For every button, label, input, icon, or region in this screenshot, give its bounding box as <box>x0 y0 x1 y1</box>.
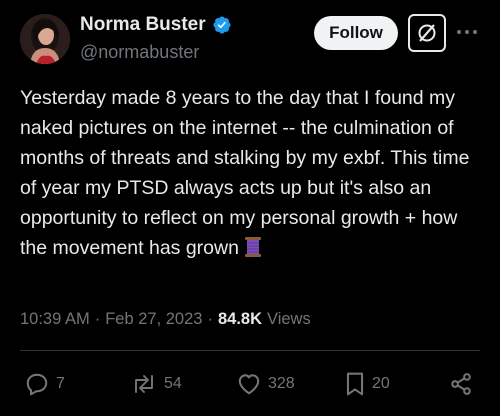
verified-badge-icon <box>213 16 231 34</box>
grok-icon <box>418 24 436 42</box>
views-label: Views <box>267 310 311 328</box>
share-button[interactable] <box>448 366 474 402</box>
avatar[interactable] <box>20 14 70 64</box>
grok-button[interactable] <box>408 14 446 52</box>
tweet-header: Norma Buster @normabuster Follow <box>0 0 500 80</box>
meta-separator: · <box>94 310 101 328</box>
more-dots-icon <box>457 30 477 34</box>
divider <box>20 350 480 351</box>
bookmark-count: 20 <box>372 375 390 392</box>
author-handle[interactable]: @normabuster <box>80 42 199 63</box>
author-name[interactable]: Norma Buster <box>80 14 206 36</box>
heart-icon <box>238 374 260 395</box>
tweet-date[interactable]: Feb 27, 2023 <box>105 310 202 329</box>
reply-button[interactable]: 7 <box>24 366 65 402</box>
tweet-meta: 10:39 AM · Feb 27, 2023 · 84.8K Views <box>20 310 311 329</box>
like-count: 328 <box>268 375 295 392</box>
avatar-photo <box>20 14 70 64</box>
bookmark-button[interactable]: 20 <box>344 366 390 402</box>
more-button[interactable] <box>454 20 480 44</box>
reply-icon <box>26 373 48 396</box>
tweet-body: Yesterday made 8 years to the day that I… <box>20 87 470 259</box>
repost-count: 54 <box>164 375 182 392</box>
author-name-row: Norma Buster <box>80 14 232 36</box>
repost-icon <box>135 375 153 393</box>
tweet-text: Yesterday made 8 years to the day that I… <box>20 83 482 263</box>
share-icon <box>451 373 471 395</box>
reply-count: 7 <box>56 375 65 392</box>
thread-spool-icon <box>244 237 261 257</box>
views-count: 84.8K <box>217 310 262 328</box>
follow-button[interactable]: Follow <box>314 16 398 50</box>
like-button[interactable]: 328 <box>236 366 295 402</box>
tweet-time[interactable]: 10:39 AM <box>20 310 90 329</box>
repost-button[interactable]: 54 <box>130 366 182 402</box>
meta-separator-2: · <box>207 310 213 328</box>
action-bar: 7 54 328 20 <box>0 366 500 402</box>
bookmark-icon <box>346 372 364 396</box>
